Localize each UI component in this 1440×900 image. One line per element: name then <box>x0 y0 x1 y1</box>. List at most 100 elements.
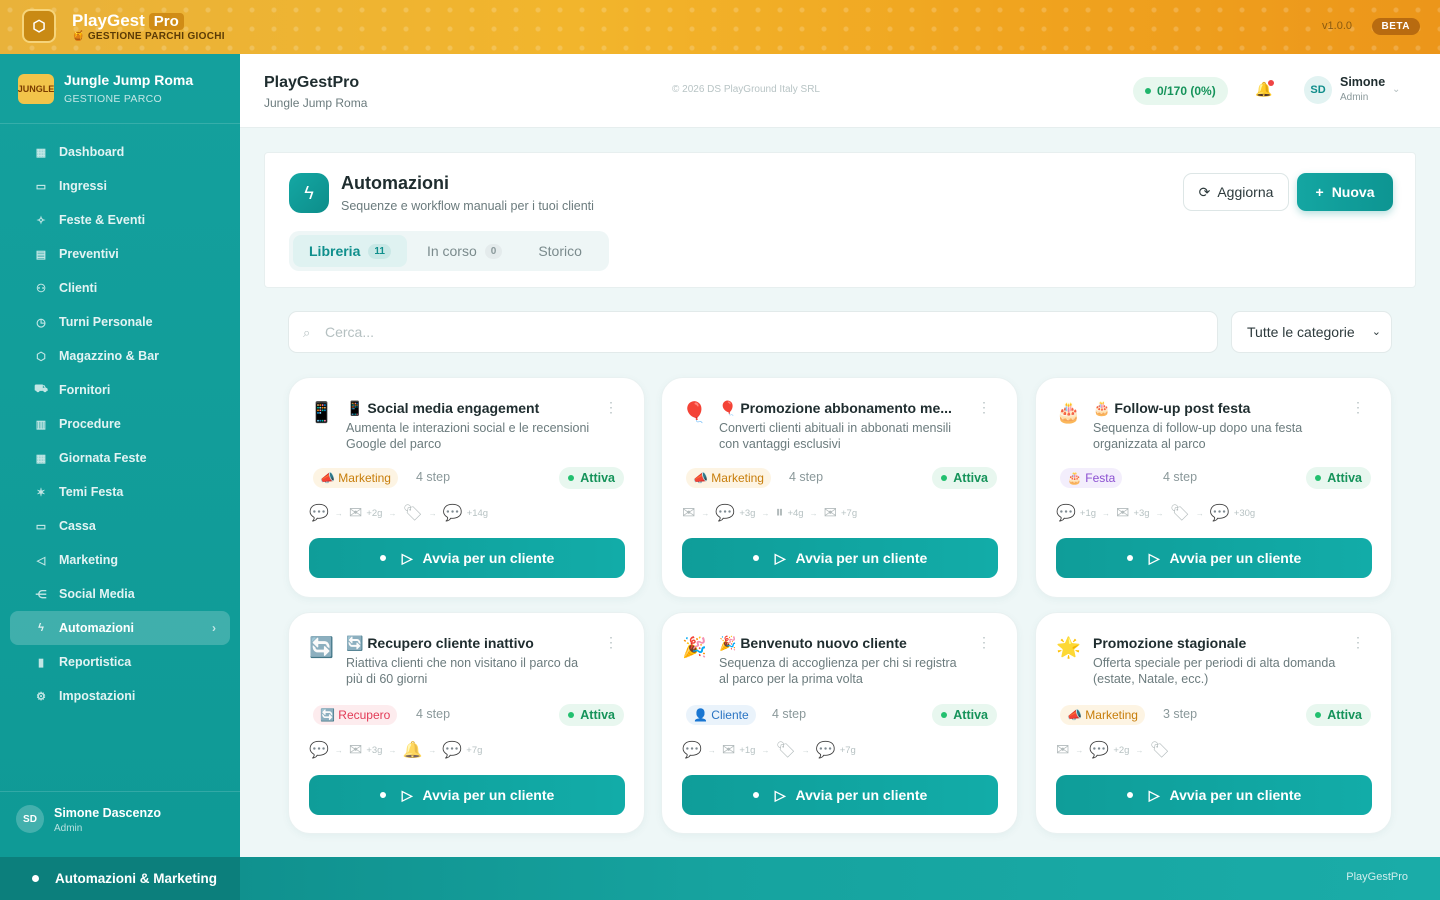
sidebar-item-cassa[interactable]: ▭ Cassa <box>10 509 230 543</box>
arrow-right-icon: → <box>334 508 343 518</box>
step-count: 3 step <box>1163 707 1198 721</box>
refresh-button[interactable]: ⟳ Aggiorna <box>1183 173 1289 211</box>
flow-delay: +7g <box>466 744 483 756</box>
sidebar-item-social-media[interactable]: ⋲ Social Media <box>10 577 230 611</box>
more-vertical-icon[interactable]: ⋮ <box>604 400 618 414</box>
flow-delay: +4g <box>787 507 804 519</box>
start-for-client-button[interactable]: ▷ Avvia per un cliente <box>682 775 998 815</box>
start-for-client-button[interactable]: ▷ Avvia per un cliente <box>309 775 625 815</box>
more-vertical-icon[interactable]: ⋮ <box>977 400 991 414</box>
tab-in-corso[interactable]: In corso 0 <box>411 235 518 267</box>
step-count: 4 step <box>416 470 451 484</box>
sidebar-item-marketing[interactable]: ◁ Marketing <box>10 543 230 577</box>
app-brand: PlayGest Pro <box>72 11 184 31</box>
sidebar-item-impostazioni[interactable]: ⚙ Impostazioni <box>10 679 230 713</box>
card-description: Converti clienti abituali in abbonati me… <box>719 421 952 451</box>
start-for-client-button[interactable]: ▷ Avvia per un cliente <box>1056 775 1372 815</box>
workflow-preview: 💬 → ✉ +3g → 🔔 → 💬 +7g <box>309 739 482 761</box>
new-automation-button[interactable]: + Nuova <box>1297 173 1393 211</box>
bottom-app-name: PlayGestPro <box>1346 871 1408 883</box>
status-dot-icon <box>941 475 948 481</box>
sidebar-item-clienti[interactable]: ⚇ Clienti <box>10 271 230 305</box>
sidebar-item-feste-eventi[interactable]: ✧ Feste & Eventi <box>10 203 230 237</box>
automation-card[interactable]: 🔄 🔄 Recupero cliente inattivo Riattiva cli… <box>288 612 645 834</box>
more-vertical-icon[interactable]: ⋮ <box>604 635 618 649</box>
step-count: 4 step <box>772 707 807 721</box>
chevron-down-icon: ⌄ <box>1371 326 1381 338</box>
sidebar-item-reportistica[interactable]: ▮ Reportistica <box>10 645 230 679</box>
truck-icon: ⛟ <box>34 383 48 395</box>
category-tag: 🔄 Recupero <box>313 705 398 725</box>
park-name: Jungle Jump Roma <box>64 72 194 88</box>
play-icon: ▷ <box>401 549 413 566</box>
flow-step-icon: 🔔 <box>402 742 423 759</box>
automation-card[interactable]: 🌟 Promozione stagionale Offerta speciale p… <box>1035 612 1392 834</box>
step-count: 4 step <box>416 707 451 721</box>
flow-delay: +1g <box>1079 507 1097 519</box>
card-description: Sequenza di accoglienza per chi si regis… <box>719 656 957 686</box>
more-vertical-icon[interactable]: ⋮ <box>1351 400 1365 414</box>
flow-delay: +14g <box>466 507 489 519</box>
app-tagline: 🍯 GESTIONE PARCHI GIOCHI <box>72 31 225 42</box>
status-dot-icon <box>1126 555 1133 561</box>
sidebar-item-temi-festa[interactable]: ✶ Temi Festa <box>10 475 230 509</box>
arrow-right-icon: → <box>809 508 818 518</box>
lightning-icon: ϟ <box>289 173 329 213</box>
search-input[interactable] <box>325 312 1205 352</box>
status-dot-icon <box>32 875 39 882</box>
header-avatar[interactable]: SD <box>1304 76 1332 104</box>
sidebar-user[interactable]: SD Simone Dascenzo Admin <box>0 791 240 849</box>
flow-step-icon: 💬 <box>442 742 463 759</box>
sidebar-item-ingressi[interactable]: ▭ Ingressi <box>10 169 230 203</box>
copyright: © 2026 DS PlayGround Italy SRL <box>672 84 820 95</box>
sidebar-item-turni-personale[interactable]: ◷ Turni Personale <box>10 305 230 339</box>
category-select[interactable]: Tutte le categorie ⌄ <box>1231 311 1392 353</box>
page-subtitle: Sequenze e workflow manuali per i tuoi c… <box>341 199 594 213</box>
tab-libreria[interactable]: Libreria 11 <box>293 235 407 267</box>
status-badge: Attiva <box>932 704 997 726</box>
sidebar-item-preventivi[interactable]: ▤ Preventivi <box>10 237 230 271</box>
status-dot-icon <box>752 792 759 798</box>
flow-step-icon: ✉ <box>348 505 363 522</box>
bell-icon[interactable]: 🔔 <box>1255 80 1274 99</box>
card-description: Offerta speciale per periodi di alta dom… <box>1093 656 1336 686</box>
park-header[interactable]: JUNGLE Jungle Jump Roma GESTIONE PARCO <box>0 54 240 124</box>
automation-card[interactable]: 🎉 🎉 Benvenuto nuovo cliente Sequenza di ac… <box>661 612 1018 834</box>
sidebar-item-giornata-feste[interactable]: ▦ Giornata Feste <box>10 441 230 475</box>
header-title: PlayGestPro <box>264 74 360 91</box>
sidebar-item-label: Temi Festa <box>59 485 124 499</box>
sidebar-item-magazzino-bar[interactable]: ⬡ Magazzino & Bar <box>10 339 230 373</box>
sidebar-item-dashboard[interactable]: ▦ Dashboard <box>10 135 230 169</box>
tab-storico[interactable]: Storico <box>522 235 598 267</box>
play-icon: ▷ <box>1148 549 1160 566</box>
automation-card[interactable]: 📱 📱 Social media engagement Aumenta le int… <box>288 377 645 598</box>
sidebar-item-procedure[interactable]: ▥ Procedure <box>10 407 230 441</box>
play-icon: ▷ <box>401 786 413 803</box>
start-for-client-button[interactable]: ▷ Avvia per un cliente <box>309 538 625 578</box>
play-icon: ▷ <box>774 549 786 566</box>
sidebar-item-fornitori[interactable]: ⛟ Fornitori <box>10 373 230 407</box>
status-dot-icon <box>1315 475 1322 481</box>
arrow-right-icon: → <box>1195 508 1204 518</box>
status-dot-icon <box>752 555 759 561</box>
start-for-client-button[interactable]: ▷ Avvia per un cliente <box>1056 538 1372 578</box>
automation-card[interactable]: 🎂 🎂 Follow-up post festa Sequenza di follo… <box>1035 377 1392 598</box>
status-badge: Attiva <box>932 467 997 489</box>
header-user-name[interactable]: Simone <box>1340 75 1385 89</box>
workflow-preview: 💬 → ✉ +2g → 🏷 → 💬 +14g <box>309 502 488 524</box>
automation-card[interactable]: 🎈 🎈 Promozione abbonamento me... Converti … <box>661 377 1018 598</box>
sidebar-item-automazioni[interactable]: ϟ Automazioni › <box>10 611 230 645</box>
card-icon: ▭ <box>35 520 47 533</box>
search-box: ⌕ <box>288 311 1218 353</box>
status-dot-icon <box>1315 712 1322 718</box>
start-for-client-button[interactable]: ▷ Avvia per un cliente <box>682 538 998 578</box>
status-dot-icon <box>1126 792 1133 798</box>
sidebar-nav: ▦ Dashboard ▭ Ingressi ✧ Feste & Eventi ▤ Preve… <box>10 135 230 713</box>
arrow-right-icon: → <box>1102 508 1111 518</box>
more-vertical-icon[interactable]: ⋮ <box>977 635 991 649</box>
app-logo-icon[interactable]: ⬡ <box>22 9 56 43</box>
flow-step-icon: ✉ <box>1056 742 1070 759</box>
chevron-down-icon[interactable]: ⌄ <box>1392 84 1400 95</box>
chevron-right-icon: › <box>212 621 216 635</box>
more-vertical-icon[interactable]: ⋮ <box>1351 635 1365 649</box>
